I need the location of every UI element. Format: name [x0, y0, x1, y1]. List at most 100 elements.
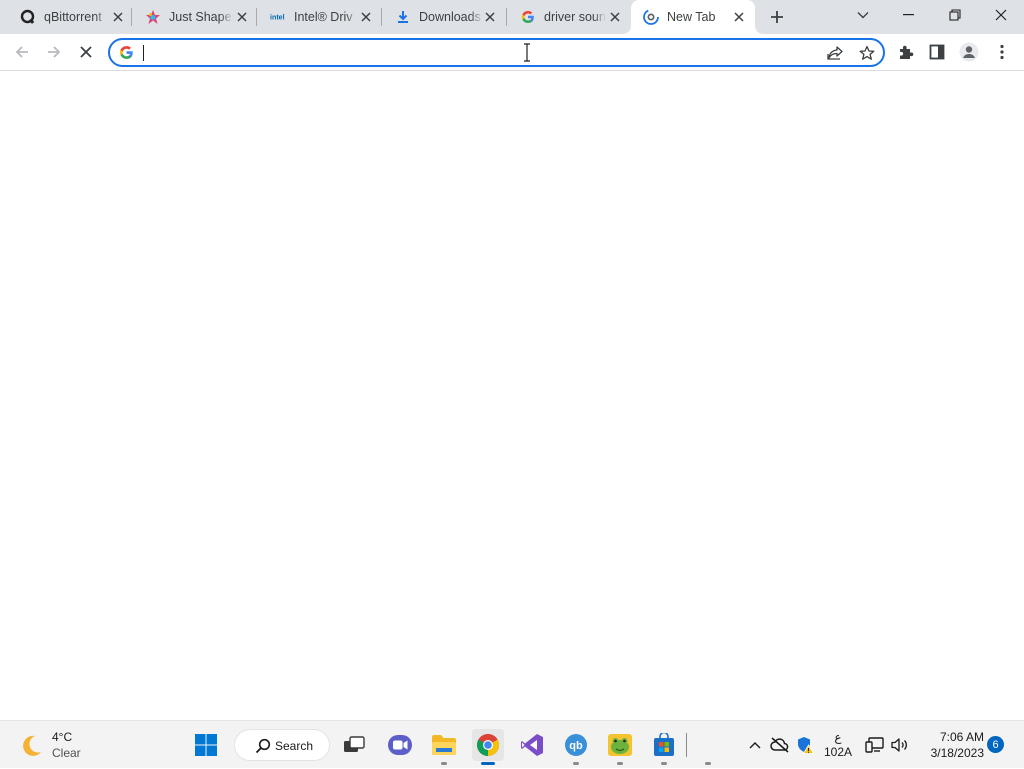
new-tab-button[interactable] — [765, 5, 789, 29]
shield-warning-icon — [798, 737, 814, 754]
taskbar-app-game[interactable] — [604, 729, 636, 765]
task-view-icon — [344, 736, 365, 752]
taskbar-app-chrome[interactable] — [472, 729, 504, 765]
tab-new-tab[interactable]: New Tab — [631, 0, 755, 34]
running-indicator — [617, 762, 623, 765]
visual-studio-icon — [521, 734, 543, 756]
moon-icon — [18, 733, 44, 759]
taskbar-app-microsoft-store[interactable] — [648, 729, 680, 765]
profile-button[interactable] — [954, 37, 984, 67]
task-view-button[interactable] — [338, 729, 370, 761]
tab-title: New Tab — [667, 10, 716, 24]
taskbar-app-visual-studio[interactable] — [516, 729, 548, 761]
extensions-button[interactable] — [891, 37, 921, 67]
running-indicator — [573, 762, 579, 765]
chrome-newtab-icon — [643, 9, 659, 25]
running-indicator — [661, 762, 667, 765]
share-icon[interactable] — [825, 43, 845, 63]
stop-loading-button[interactable] — [71, 37, 101, 67]
tab-separator — [256, 8, 257, 26]
windows-taskbar: 4°C Clear Search qb ع 102A 7:06 AM 3/18/… — [0, 720, 1024, 768]
notification-count: 6 — [992, 738, 999, 751]
network-icon — [865, 737, 884, 753]
tab-title: Downloads — [419, 10, 481, 24]
svg-text:intel: intel — [270, 14, 285, 22]
chevron-up-icon — [749, 742, 761, 749]
address-bar[interactable] — [108, 38, 885, 67]
chrome-icon — [477, 734, 499, 756]
restore-button[interactable] — [932, 0, 978, 30]
onedrive-status[interactable] — [768, 721, 792, 769]
arrow-left-icon — [15, 46, 28, 58]
folder-icon — [432, 735, 456, 755]
address-input[interactable] — [142, 42, 802, 63]
windows-icon — [195, 734, 217, 756]
store-icon — [654, 733, 674, 756]
svg-text:qb: qb — [569, 740, 583, 752]
arrow-right-icon — [48, 46, 61, 58]
bookmark-star-icon[interactable] — [857, 43, 877, 63]
tab-just-shapes[interactable]: Just Shapes — [133, 0, 257, 34]
taskbar-app-meet[interactable] — [384, 729, 416, 761]
weather-temp: 4°C — [52, 730, 73, 744]
notification-badge[interactable]: 6 — [987, 736, 1004, 753]
tab-search-button[interactable] — [840, 0, 886, 30]
side-panel-button[interactable] — [922, 37, 952, 67]
tab-title: Intel® Driv — [294, 10, 353, 24]
show-hidden-icons-button[interactable] — [744, 721, 766, 769]
text-cursor-icon — [523, 43, 531, 62]
close-icon — [80, 46, 92, 58]
network-status[interactable] — [862, 721, 888, 769]
download-icon — [395, 9, 411, 25]
input-language[interactable]: ع 102A — [820, 721, 856, 769]
tab-title: driver soun — [544, 10, 606, 24]
search-label: Search — [275, 739, 314, 753]
taskbar-search[interactable]: Search — [234, 729, 330, 761]
forward-button[interactable] — [39, 37, 69, 67]
restore-icon — [949, 9, 961, 21]
clock-date: 3/18/2023 — [930, 746, 984, 760]
tab-qbittorrent[interactable]: qBittorrent — [8, 0, 132, 34]
taskbar-app-qbittorrent[interactable]: qb — [560, 729, 592, 765]
tab-strip: qBittorrent Just Shapes intel Intel® Dri… — [0, 0, 1024, 34]
google-icon — [119, 45, 134, 60]
close-tab-icon[interactable] — [358, 9, 374, 25]
taskbar-app-file-explorer[interactable] — [428, 729, 460, 765]
tab-intel-drivers[interactable]: intel Intel® Driv — [258, 0, 382, 34]
running-indicator — [705, 762, 711, 765]
clock[interactable]: 7:06 AM 3/18/2023 — [916, 721, 984, 769]
tab-downloads[interactable]: Downloads — [383, 0, 507, 34]
taskbar-divider — [686, 733, 687, 757]
close-tab-icon[interactable] — [482, 9, 498, 25]
menu-button[interactable] — [987, 37, 1017, 67]
running-indicator — [481, 762, 495, 765]
minimize-icon — [903, 14, 914, 16]
text-caret — [143, 45, 144, 61]
just-shapes-icon — [145, 9, 161, 25]
close-tab-icon[interactable] — [110, 9, 126, 25]
running-indicator — [441, 762, 447, 765]
weather-widget[interactable]: 4°C Clear — [16, 727, 106, 763]
chevron-down-icon — [857, 12, 869, 19]
close-icon — [995, 9, 1007, 21]
close-window-button[interactable] — [978, 0, 1024, 30]
close-tab-icon[interactable] — [731, 9, 747, 25]
start-button[interactable] — [190, 729, 222, 761]
tab-driver-search[interactable]: driver soun — [508, 0, 630, 34]
security-status[interactable] — [794, 721, 816, 769]
page-content — [0, 71, 1024, 720]
language-indicator: ع — [834, 730, 842, 744]
close-tab-icon[interactable] — [607, 9, 623, 25]
taskbar-app-running[interactable] — [692, 729, 724, 765]
more-vertical-icon — [1000, 44, 1004, 60]
side-panel-icon — [929, 44, 945, 60]
speaker-icon — [891, 738, 907, 752]
back-button[interactable] — [7, 37, 37, 67]
volume-control[interactable] — [888, 721, 912, 769]
tab-title: Just Shapes — [169, 10, 233, 24]
weather-condition: Clear — [52, 746, 81, 760]
plus-icon — [771, 11, 783, 23]
close-tab-icon[interactable] — [234, 9, 250, 25]
tab-separator — [381, 8, 382, 26]
minimize-button[interactable] — [886, 0, 932, 30]
